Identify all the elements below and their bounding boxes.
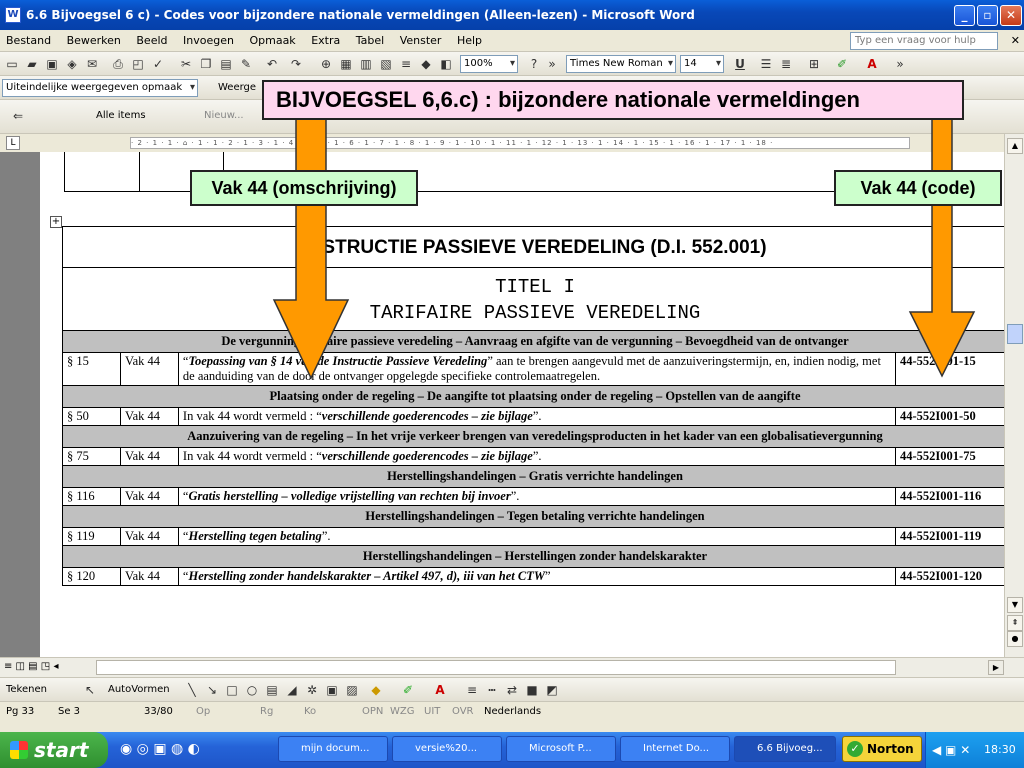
- status-rg: Rg: [260, 706, 274, 717]
- scroll-thumb[interactable]: [1007, 324, 1023, 344]
- draw-font-color-icon[interactable]: A: [432, 682, 448, 698]
- line-style-icon[interactable]: ≡: [464, 682, 480, 698]
- task-versie[interactable]: versie%20...: [392, 736, 502, 762]
- previous-page-icon[interactable]: ⇞: [1007, 615, 1023, 631]
- system-tray: ◀ ▣ ✕ 18:30: [925, 732, 1024, 768]
- status-op: Op: [196, 706, 211, 717]
- status-section: Se 3: [58, 706, 81, 717]
- main-callout: BIJVOEGSEL 6,6.c) : bijzondere nationale…: [262, 80, 964, 120]
- quick-launch-icons[interactable]: ◉ ◎ ▣ ◍ ◐: [120, 741, 200, 757]
- select-objects-icon[interactable]: ↖: [82, 682, 98, 698]
- line-icon[interactable]: ╲: [184, 682, 200, 698]
- vertical-scrollbar[interactable]: ▲ ▼ ⇞ ●: [1004, 134, 1024, 657]
- taskbar: start ◉ ◎ ▣ ◍ ◐ mijn docum... versie%20.…: [0, 732, 1024, 768]
- status-language[interactable]: Nederlands: [484, 702, 541, 722]
- wordart-icon[interactable]: ◢: [284, 682, 300, 698]
- task-powerpoint[interactable]: Microsoft P...: [506, 736, 616, 762]
- arrow-icon[interactable]: ↘: [204, 682, 220, 698]
- view-buttons[interactable]: ≡ ◫ ▤ ◳ ◂: [4, 661, 58, 672]
- scroll-up-icon[interactable]: ▲: [1007, 138, 1023, 154]
- arrow-right: [908, 117, 976, 378]
- autoshapes-menu[interactable]: AutoVormen: [108, 684, 170, 695]
- tray-icons[interactable]: ◀ ▣ ✕: [932, 732, 970, 768]
- horizontal-scrollbar[interactable]: ≡ ◫ ▤ ◳ ◂ ▶: [0, 657, 1024, 677]
- vak44-code-callout: Vak 44 (code): [834, 170, 1002, 206]
- task-internet[interactable]: Internet Do...: [620, 736, 730, 762]
- norton-check-icon: ✓: [847, 741, 863, 757]
- status-page: Pg 33: [6, 706, 35, 717]
- picture-icon[interactable]: ▨: [344, 682, 360, 698]
- draw-menu[interactable]: Tekenen: [6, 684, 47, 695]
- status-wzg[interactable]: WZG: [390, 702, 415, 722]
- oval-icon[interactable]: ○: [244, 682, 260, 698]
- diagram-icon[interactable]: ✲: [304, 682, 320, 698]
- vak44-description-callout: Vak 44 (omschrijving): [190, 170, 418, 206]
- status-bar: Pg 33 Se 3 33/80 Op Rg Ko OPN WZG UIT OV…: [0, 701, 1024, 721]
- textbox-icon[interactable]: ▤: [264, 682, 280, 698]
- status-ovr[interactable]: OVR: [452, 702, 473, 722]
- status-uit[interactable]: UIT: [424, 702, 440, 722]
- scroll-down-icon[interactable]: ▼: [1007, 597, 1023, 613]
- line-color-icon[interactable]: ✐: [400, 682, 416, 698]
- scroll-right-icon[interactable]: ▶: [988, 660, 1004, 675]
- clock: 18:30: [984, 743, 1016, 756]
- fill-color-icon[interactable]: ◆: [368, 682, 384, 698]
- status-spacer: [0, 721, 1024, 732]
- browse-object-icon[interactable]: ●: [1007, 631, 1023, 647]
- drawing-toolbar: Tekenen ↖ AutoVormen ╲ ↘ □ ○ ▤ ◢ ✲ ▣ ▨ ◆…: [0, 677, 1024, 701]
- windows-logo-icon: [10, 741, 28, 759]
- status-ko: Ko: [304, 706, 317, 717]
- arrow-left: [272, 117, 350, 380]
- task-my-documents[interactable]: mijn docum...: [278, 736, 388, 762]
- arrow-style-icon[interactable]: ⇄: [504, 682, 520, 698]
- shadow-icon[interactable]: ■: [524, 682, 540, 698]
- hscroll-thumb[interactable]: [96, 660, 896, 675]
- status-pages: 33/80: [144, 706, 173, 717]
- status-opn[interactable]: OPN: [362, 702, 383, 722]
- rectangle-icon[interactable]: □: [224, 682, 240, 698]
- clipart-icon[interactable]: ▣: [324, 682, 340, 698]
- dash-style-icon[interactable]: ┅: [484, 682, 500, 698]
- task-word-doc[interactable]: 6.6 Bijvoeg...: [734, 736, 836, 762]
- 3d-icon[interactable]: ◩: [544, 682, 560, 698]
